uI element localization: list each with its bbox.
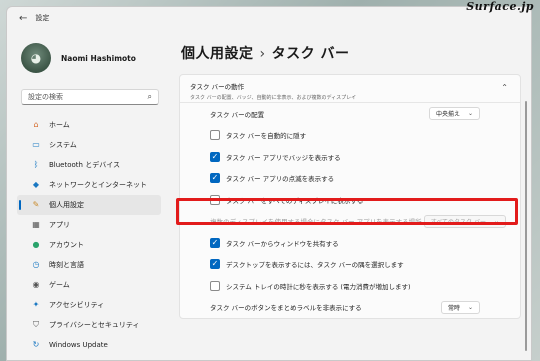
- profile-name: Naomi Hashimoto: [61, 53, 136, 63]
- sidebar-item[interactable]: ⌂ ホーム: [17, 115, 161, 135]
- sidebar-item[interactable]: ✎ 個人用設定: [17, 195, 161, 215]
- breadcrumb-parent[interactable]: 個人用設定: [181, 46, 254, 62]
- bluetooth-icon: ᛒ: [33, 160, 39, 169]
- sidebar-item-label: アカウント: [49, 241, 84, 249]
- sidebar-item[interactable]: ✦ アクセシビリティ: [17, 295, 161, 315]
- combine-buttons-row: タスク バーのボタンをまとめラベルを非表示にする 常時 ⌄: [180, 297, 520, 319]
- sidebar-item[interactable]: ◷ 時刻と言語: [17, 255, 161, 275]
- main-content: 個人用設定 › タスク バー タスク バーの動作 タスク バーの配置、バッジ、自動的…: [173, 29, 531, 360]
- taskbar-alignment-label: タスク バーの配置: [210, 110, 265, 119]
- sidebar-item[interactable]: ↻ Windows Update: [17, 335, 161, 355]
- back-arrow-icon[interactable]: ←: [19, 13, 27, 24]
- sidebar-item[interactable]: ◉ ゲーム: [17, 275, 161, 295]
- title-bar: ← 設定: [7, 7, 531, 29]
- multi-display-row: 複数のディスプレイを使用する場合にタスク バー アプリを表示する場所 すべてのタ…: [180, 211, 520, 233]
- system-icon: ▭: [32, 140, 40, 149]
- profile[interactable]: ◕ Naomi Hashimoto: [7, 29, 167, 73]
- all-displays-checkbox[interactable]: [210, 194, 220, 205]
- autohide-row[interactable]: タスク バーを自動的に隠す: [180, 125, 520, 147]
- badges-label: タスク バー アプリでバッジを表示する: [226, 153, 341, 162]
- autohide-checkbox[interactable]: [210, 130, 220, 141]
- flashing-checkbox[interactable]: ✓: [210, 173, 220, 184]
- personalization-icon: ✎: [32, 200, 40, 209]
- search-input[interactable]: 設定の検索 ⌕: [21, 89, 159, 105]
- share-window-checkbox[interactable]: ✓: [210, 237, 220, 248]
- chevron-down-icon: ⌄: [467, 110, 473, 117]
- sidebar-item-label: 時刻と言語: [49, 261, 84, 269]
- breadcrumb: 個人用設定 › タスク バー: [181, 43, 531, 63]
- show-desktop-checkbox[interactable]: ✓: [210, 259, 220, 270]
- combine-buttons-dropdown[interactable]: 常時 ⌄: [440, 300, 480, 314]
- section-title: タスク バーの動作: [190, 83, 245, 91]
- breadcrumb-separator-icon: ›: [259, 46, 266, 62]
- gaming-icon: ◉: [32, 280, 40, 289]
- show-desktop-label: デスクトップを表示するには、タスク バーの隅を選択します: [226, 261, 404, 270]
- sidebar-item-label: ホーム: [49, 121, 70, 129]
- page-title: タスク バー: [271, 46, 350, 62]
- taskbar-behaviors-section: タスク バーの動作 タスク バーの配置、バッジ、自動的に非表示、および複数のディ…: [179, 74, 521, 319]
- privacy-shield-icon: ⛉: [33, 320, 39, 329]
- sidebar: ◕ Naomi Hashimoto 設定の検索 ⌕ ⌂ ホーム ▭ システム ᛒ Blue…: [7, 29, 167, 360]
- sidebar-item[interactable]: ▦ アプリ: [17, 215, 161, 235]
- sidebar-item-label: アクセシビリティ: [49, 301, 105, 309]
- sidebar-item[interactable]: ● アカウント: [17, 235, 161, 255]
- flashing-label: タスク バー アプリの点滅を表示する: [226, 175, 335, 184]
- sidebar-item-label: システム: [49, 141, 77, 149]
- sidebar-item-label: ネットワークとインターネット: [49, 181, 147, 189]
- combine-buttons-value: 常時: [447, 304, 460, 312]
- sidebar-item[interactable]: ⛉ プライバシーとセキュリティ: [17, 315, 161, 335]
- sidebar-item-label: ゲーム: [49, 281, 70, 289]
- all-displays-label: タスク バーをすべてのディスプレイに表示する: [226, 196, 364, 205]
- all-displays-row[interactable]: タスク バーをすべてのディスプレイに表示する: [180, 189, 520, 211]
- chevron-up-icon[interactable]: ⌃: [501, 83, 508, 92]
- avatar: ◕: [21, 43, 51, 73]
- multi-display-dropdown: すべてのタスク バー ⌄: [423, 214, 506, 228]
- settings-window: ← 設定 ◕ Naomi Hashimoto 設定の検索 ⌕ ⌂ ホーム ▭ システム…: [6, 6, 532, 361]
- autohide-label: タスク バーを自動的に隠す: [226, 132, 307, 141]
- combine-buttons-label: タスク バーのボタンをまとめラベルを非表示にする: [210, 304, 362, 313]
- sidebar-item-label: プライバシーとセキュリティ: [49, 321, 140, 329]
- sidebar-item-label: 個人用設定: [49, 201, 84, 209]
- scrollbar[interactable]: [525, 101, 527, 351]
- window-title: 設定: [35, 14, 50, 22]
- flashing-row[interactable]: ✓ タスク バー アプリの点滅を表示する: [180, 168, 520, 190]
- windows-update-icon: ↻: [32, 340, 40, 349]
- show-desktop-row[interactable]: ✓ デスクトップを表示するには、タスク バーの隅を選択します: [180, 254, 520, 276]
- seconds-clock-row[interactable]: システム トレイの時計に秒を表示する (電力消費が増加します): [180, 275, 520, 297]
- sidebar-item[interactable]: ▭ システム: [17, 135, 161, 155]
- sidebar-item-label: Bluetooth とデバイス: [49, 161, 120, 169]
- share-window-row[interactable]: ✓ タスク バーからウィンドウを共有する: [180, 232, 520, 254]
- section-header[interactable]: タスク バーの動作 タスク バーの配置、バッジ、自動的に非表示、および複数のディ…: [180, 75, 520, 103]
- taskbar-alignment-value: 中央揃え: [435, 111, 460, 118]
- account-icon: ●: [32, 240, 40, 249]
- chevron-down-icon: ⌄: [493, 217, 499, 225]
- watermark-logo: Surface.jp: [466, 0, 534, 13]
- apps-icon: ▦: [32, 220, 40, 229]
- accessibility-icon: ✦: [32, 300, 40, 309]
- chevron-down-icon: ⌄: [467, 303, 473, 311]
- seconds-clock-checkbox[interactable]: [210, 280, 220, 291]
- share-window-label: タスク バーからウィンドウを共有する: [226, 239, 339, 248]
- multi-display-label: 複数のディスプレイを使用する場合にタスク バー アプリを表示する場所: [210, 218, 422, 227]
- badges-row[interactable]: ✓ タスク バー アプリでバッジを表示する: [180, 146, 520, 168]
- sidebar-item-label: アプリ: [49, 221, 70, 229]
- taskbar-alignment-dropdown[interactable]: 中央揃え ⌄: [428, 107, 480, 120]
- search-icon: ⌕: [147, 92, 152, 101]
- badges-checkbox[interactable]: ✓: [210, 151, 220, 162]
- sidebar-item[interactable]: ◆ ネットワークとインターネット: [17, 175, 161, 195]
- seconds-clock-label: システム トレイの時計に秒を表示する (電力消費が増加します): [226, 282, 411, 291]
- taskbar-alignment-row: タスク バーの配置 中央揃え ⌄: [180, 103, 520, 125]
- sidebar-item[interactable]: ᛒ Bluetooth とデバイス: [17, 155, 161, 175]
- sidebar-item-label: Windows Update: [49, 341, 108, 349]
- multi-display-value: すべてのタスク バー: [430, 218, 486, 226]
- time-language-icon: ◷: [32, 260, 40, 269]
- search-placeholder: 設定の検索: [28, 93, 63, 101]
- section-subtitle: タスク バーの配置、バッジ、自動的に非表示、および複数のディスプレイ: [190, 95, 357, 101]
- home-icon: ⌂: [33, 120, 39, 129]
- network-icon: ◆: [32, 180, 40, 189]
- sidebar-nav: ⌂ ホーム ▭ システム ᛒ Bluetooth とデバイス ◆ ネットワークとインターネット…: [7, 115, 167, 355]
